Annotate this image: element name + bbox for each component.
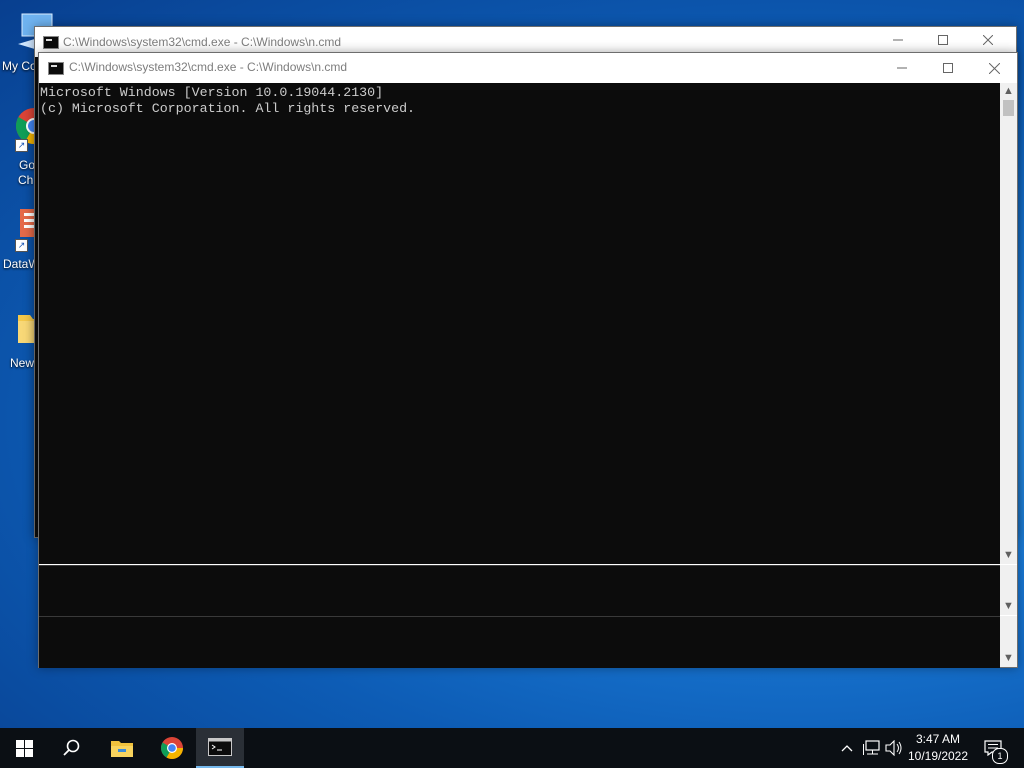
shortcut-arrow-icon: ↗	[15, 239, 28, 252]
minimize-button[interactable]	[875, 25, 921, 55]
cmd-icon	[43, 36, 59, 49]
taskbar-command-prompt[interactable]	[196, 728, 244, 768]
desktop-icon-this-pc[interactable]: My Co	[0, 10, 58, 76]
console-pane-2[interactable]	[39, 565, 1000, 616]
minimize-icon	[897, 67, 907, 69]
desktop-icon-label: New	[10, 356, 35, 370]
desktop-icon-label: My Co	[2, 59, 37, 73]
google-chrome-icon	[161, 737, 183, 759]
console-line: (c) Microsoft Corporation. All rights re…	[40, 101, 416, 116]
scroll-up-arrow-icon[interactable]: ▲	[1000, 83, 1017, 100]
desktop-icon-label: Go	[19, 158, 36, 172]
scroll-down-arrow-icon[interactable]: ▼	[1000, 650, 1017, 667]
console-output[interactable]: Microsoft Windows [Version 10.0.19044.21…	[39, 83, 1000, 564]
vertical-scrollbar-pane-3[interactable]: ▼	[1000, 616, 1017, 667]
windows-logo-icon	[15, 739, 33, 757]
minimize-button[interactable]	[879, 53, 925, 83]
network-icon	[863, 740, 880, 755]
console-line: Microsoft Windows [Version 10.0.19044.21…	[40, 85, 384, 100]
file-explorer-icon	[111, 741, 133, 757]
show-hidden-icons-button[interactable]	[836, 728, 858, 768]
taskbar-google-chrome[interactable]	[148, 728, 196, 768]
vertical-scrollbar-pane-2[interactable]: ▼	[1000, 565, 1017, 615]
desktop-icon-label: Ch	[18, 173, 34, 187]
maximize-button[interactable]	[925, 53, 971, 83]
close-button[interactable]	[965, 25, 1011, 55]
desktop-icon-new-folder[interactable]: New	[0, 305, 50, 371]
desktop-icon-chrome[interactable]: ↗ Go Ch	[0, 106, 53, 187]
maximize-button[interactable]	[920, 25, 966, 55]
clock-time: 3:47 AM	[915, 732, 961, 746]
desktop-icon-datawrangler[interactable]: ↗ DataW	[0, 205, 46, 271]
search-button[interactable]	[48, 728, 96, 768]
minimize-icon	[893, 39, 903, 41]
window-title: C:\Windows\system32\cmd.exe - C:\Windows…	[63, 35, 342, 49]
close-icon	[988, 62, 1000, 74]
shortcut-arrow-icon: ↗	[15, 139, 28, 152]
close-button[interactable]	[971, 53, 1017, 83]
close-icon	[983, 35, 993, 45]
taskbar: 3:47 AM 10/19/2022 1	[0, 728, 1024, 768]
volume-button[interactable]	[883, 728, 905, 768]
chevron-up-icon	[841, 745, 853, 752]
scrollbar-thumb[interactable]	[1003, 100, 1014, 116]
command-prompt-icon	[208, 738, 232, 756]
console-pane-3[interactable]	[39, 616, 1000, 668]
cmd-icon	[48, 62, 64, 75]
window-title: C:\Windows\system32\cmd.exe - C:\Windows…	[69, 60, 348, 74]
clock-date: 10/19/2022	[907, 749, 969, 763]
maximize-icon	[943, 63, 953, 73]
speaker-icon	[885, 740, 902, 756]
scroll-down-arrow-icon[interactable]: ▼	[1000, 598, 1017, 615]
start-button[interactable]	[0, 728, 48, 768]
cmd-window[interactable]: C:\Windows\system32\cmd.exe - C:\Windows…	[38, 52, 1018, 668]
action-center-button[interactable]: 1	[974, 728, 1012, 768]
network-button[interactable]	[860, 728, 884, 768]
notification-count-badge: 1	[992, 748, 1008, 764]
vertical-scrollbar[interactable]: ▲ ▼	[1000, 83, 1017, 564]
scroll-down-arrow-icon[interactable]: ▼	[1000, 547, 1017, 564]
taskbar-file-explorer[interactable]	[98, 728, 146, 768]
clock[interactable]: 3:47 AM 10/19/2022	[906, 728, 970, 768]
maximize-icon	[938, 35, 948, 45]
title-bar[interactable]: C:\Windows\system32\cmd.exe - C:\Windows…	[39, 53, 1017, 83]
search-icon	[63, 739, 80, 756]
